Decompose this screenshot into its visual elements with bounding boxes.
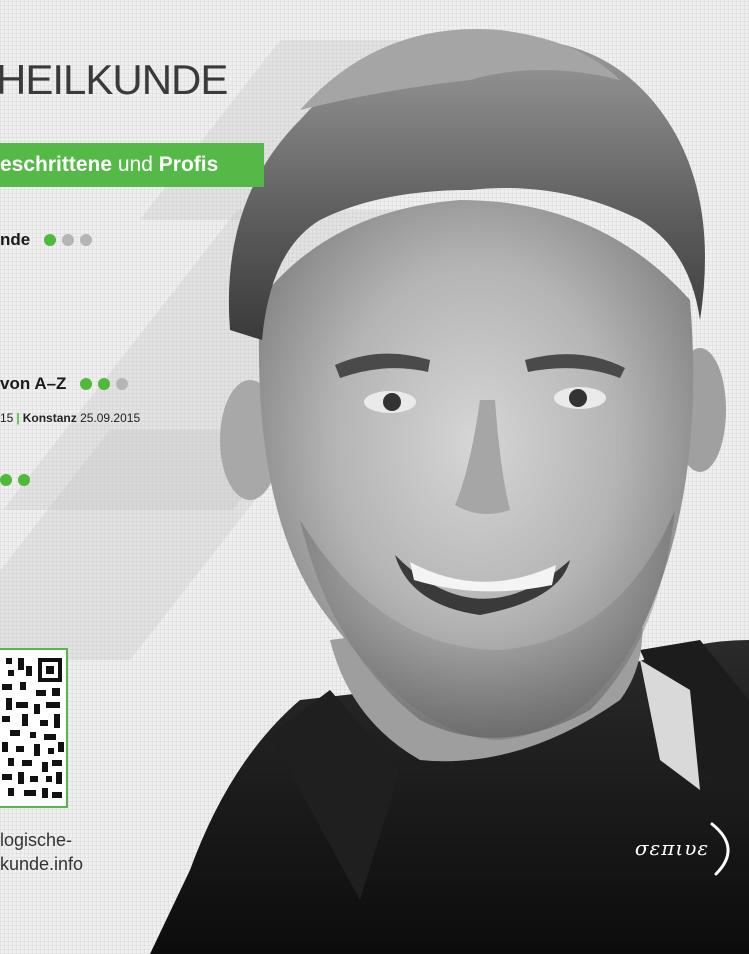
course-title: von A–Z (0, 374, 67, 393)
flyer-page: HEILKUNDE eschrittene und Profis nde von… (0, 0, 749, 954)
url-line-1: logische- (0, 830, 73, 850)
banner-profis: Profis (158, 153, 219, 176)
banner-and: und (112, 153, 159, 176)
level-dot-empty (62, 234, 75, 246)
separator: | (16, 411, 20, 425)
date-partial: 15 (0, 411, 14, 425)
course-row-3 (0, 474, 30, 486)
level-dot-filled (44, 234, 57, 246)
level-dot-filled (98, 378, 111, 390)
qr-code-graphic (0, 650, 66, 806)
url-line-2: kunde.info (0, 854, 84, 874)
course-date: 25.09.2015 (80, 411, 141, 425)
page-title: HEILKUNDE (0, 56, 228, 103)
level-dot-filled (0, 474, 12, 486)
city-name: Konstanz (22, 411, 77, 425)
brand-logo: σεπιυε (612, 818, 742, 878)
level-dot-filled (80, 378, 93, 390)
banner-advanced: eschrittene (0, 153, 113, 176)
course-row-2: von A–Z (0, 374, 129, 394)
logo-wordmark: σεπιυε (634, 836, 710, 860)
audience-banner: eschrittene und Profis (0, 143, 264, 187)
level-dot-filled (18, 474, 30, 486)
qr-code[interactable] (0, 648, 68, 808)
level-dots (44, 234, 93, 246)
level-dot-empty (80, 234, 93, 246)
website-url[interactable]: logische- kunde.info (0, 828, 83, 876)
level-dots (80, 378, 129, 390)
course-title: nde (0, 230, 31, 249)
course-dates: 15 | Konstanz 25.09.2015 (0, 411, 140, 425)
level-dots (0, 474, 30, 486)
level-dot-empty (116, 378, 129, 390)
course-row-1: nde (0, 230, 93, 250)
